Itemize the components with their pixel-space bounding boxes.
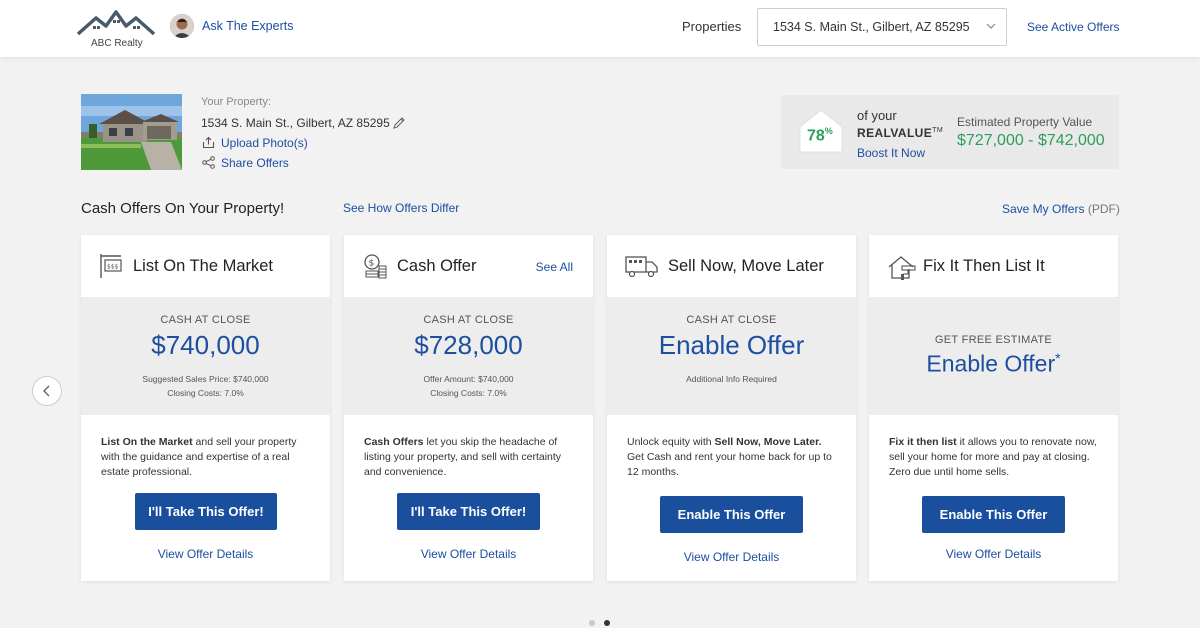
for-sale-sign-icon: $$$ (100, 254, 122, 278)
property-select-value: 1534 S. Main St., Gilbert, AZ 85295 (773, 20, 970, 34)
take-offer-button[interactable]: I'll Take This Offer! (397, 493, 540, 530)
estimated-value-label: Estimated Property Value (957, 115, 1093, 129)
card-header: $ Cash Offer See All (344, 235, 593, 297)
card-value-panel: CASH AT CLOSE $740,000 Suggested Sales P… (81, 297, 330, 415)
logo-text: ABC Realty (91, 38, 143, 49)
enable-offer-button[interactable]: Enable This Offer (922, 496, 1065, 533)
abc-realty-logo[interactable]: ABC Realty (76, 8, 156, 50)
pencil-icon[interactable] (392, 116, 406, 130)
view-offer-details-link[interactable]: View Offer Details (607, 550, 856, 564)
share-offers-text: Share Offers (221, 156, 289, 170)
estimated-value-range: $727,000 - $742,000 (957, 132, 1105, 149)
card-detail-2: Closing Costs: 7.0% (167, 388, 244, 398)
card-title: Fix It Then List It (923, 257, 1045, 275)
card-value-panel: CASH AT CLOSE $728,000 Offer Amount: $74… (344, 297, 593, 415)
card-description: Unlock equity with Sell Now, Move Later.… (627, 436, 832, 478)
carousel-dot-2[interactable] (604, 620, 610, 626)
card-value: Enable Offer (658, 330, 805, 360)
cash-coins-icon: $ (364, 254, 387, 279)
properties-label: Properties (682, 19, 742, 34)
expert-avatar-icon (170, 14, 194, 38)
card-detail-1: Additional Info Required (686, 374, 777, 384)
card-description: Fix it then list it allows you to renova… (889, 436, 1097, 478)
see-all-link[interactable]: See All (536, 260, 573, 274)
card-detail-1: Offer Amount: $740,000 (423, 374, 514, 384)
upload-icon (202, 136, 215, 149)
card-description: List On the Market and sell your propert… (101, 436, 297, 478)
card-detail-2: Closing Costs: 7.0% (430, 388, 507, 398)
expert-avatar[interactable] (170, 14, 194, 38)
house-renovate-icon (888, 256, 916, 280)
ask-the-experts-link[interactable]: Ask The Experts (202, 19, 293, 33)
property-photo[interactable] (81, 94, 182, 170)
realvalue-brand: REALVALUETM (857, 126, 944, 140)
svg-text:$$$: $$$ (107, 264, 119, 271)
see-how-offers-differ-link[interactable]: See How Offers Differ (343, 201, 459, 215)
offer-card-sell-now-move-later: Sell Now, Move Later CASH AT CLOSE Enabl… (607, 235, 856, 581)
boost-it-now-link[interactable]: Boost It Now (857, 146, 925, 160)
card-header: Sell Now, Move Later (607, 235, 856, 297)
take-offer-button[interactable]: I'll Take This Offer! (135, 493, 277, 530)
share-icon (202, 156, 215, 169)
carousel-dot-1[interactable] (589, 620, 595, 626)
offer-card-cash-offer: $ Cash Offer See All CASH AT CLOSE $728,… (344, 235, 593, 581)
card-title: List On The Market (133, 257, 274, 275)
card-value: Enable Offer* (926, 350, 1061, 377)
svg-text:$: $ (369, 259, 375, 269)
chevron-down-icon (986, 23, 996, 29)
chevron-left-icon (43, 385, 50, 397)
card-value-label: CASH AT CLOSE (423, 314, 514, 326)
section-title: Cash Offers On Your Property! (81, 200, 285, 217)
card-title: Sell Now, Move Later (668, 257, 824, 275)
realvalue-panel: 78% of your REALVALUETM Boost It Now Est… (781, 95, 1119, 169)
house-photo-icon (81, 94, 182, 170)
card-detail-1: Suggested Sales Price: $740,000 (142, 374, 269, 384)
view-offer-details-link[interactable]: View Offer Details (81, 547, 330, 561)
card-value-label: GET FREE ESTIMATE (934, 334, 1053, 346)
card-title: Cash Offer (397, 257, 477, 275)
houses-logo-icon (76, 10, 156, 36)
upload-photos-text: Upload Photo(s) (221, 136, 308, 150)
save-my-offers-link[interactable]: Save My Offers (PDF) (1002, 202, 1120, 216)
realvalue-percent: 78% (807, 126, 833, 145)
property-select[interactable]: 1534 S. Main St., Gilbert, AZ 85295 (757, 8, 1007, 46)
card-value-label: CASH AT CLOSE (160, 314, 251, 326)
moving-truck-icon (625, 256, 658, 278)
card-value-label: CASH AT CLOSE (686, 314, 777, 326)
see-active-offers-link[interactable]: See Active Offers (1027, 20, 1120, 34)
card-header: Fix It Then List It (869, 235, 1118, 297)
card-description: Cash Offers let you skip the headache of… (364, 436, 562, 478)
view-offer-details-link[interactable]: View Offer Details (869, 547, 1118, 561)
your-property-label: Your Property: (201, 96, 271, 108)
card-value-panel: GET FREE ESTIMATE Enable Offer* (869, 297, 1118, 415)
card-value: $740,000 (151, 330, 260, 360)
offer-card-list-on-market: $$$ List On The Market CASH AT CLOSE $74… (81, 235, 330, 581)
card-value: $728,000 (414, 330, 523, 360)
card-value-panel: CASH AT CLOSE Enable Offer Additional In… (607, 297, 856, 415)
view-offer-details-link[interactable]: View Offer Details (344, 547, 593, 561)
top-header: ABC Realty Ask The Experts Properties 15… (0, 0, 1200, 57)
card-header: $$$ List On The Market (81, 235, 330, 297)
offer-card-fix-it-then-list-it: Fix It Then List It GET FREE ESTIMATE En… (869, 235, 1118, 581)
your-property-address: 1534 S. Main St., Gilbert, AZ 85295 (201, 116, 390, 130)
carousel-prev-button[interactable] (32, 376, 62, 406)
realvalue-of-your: of your (857, 108, 897, 123)
enable-offer-button[interactable]: Enable This Offer (660, 496, 803, 533)
